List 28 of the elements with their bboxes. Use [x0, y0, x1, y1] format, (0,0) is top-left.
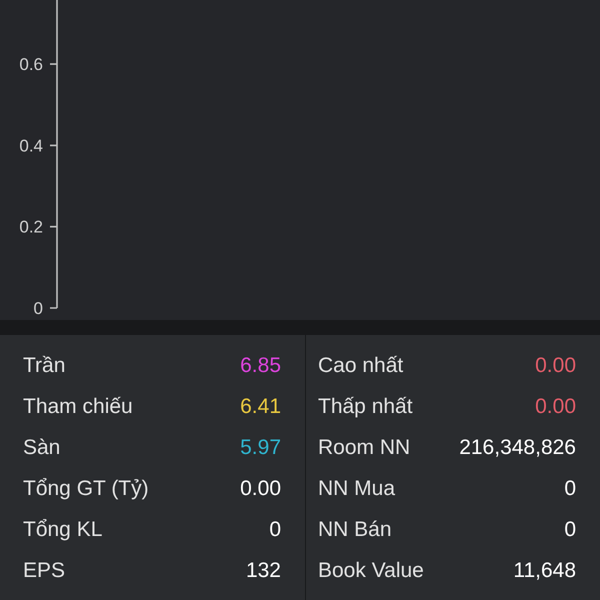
stat-value: 6.41: [240, 394, 281, 420]
stat-value: 11,648: [513, 558, 576, 584]
y-tick-label: 0.2: [19, 218, 43, 237]
y-tick-label: 0.6: [19, 55, 43, 74]
stat-value: 0.00: [535, 352, 576, 379]
y-tick-label: 0: [34, 299, 43, 318]
stat-label: Tham chiếu: [23, 394, 133, 420]
stat-label: NN Mua: [318, 476, 396, 502]
stat-value: 0: [564, 516, 576, 543]
stat-value: 0: [564, 476, 576, 502]
stat-value: 5.97: [240, 434, 281, 461]
stat-value: 132: [246, 558, 281, 584]
stat-value: 0.00: [535, 394, 576, 420]
stat-label: Tổng GT (Tỷ): [23, 476, 149, 502]
stat-value: 0.00: [240, 476, 281, 502]
y-tick-label: 0.4: [19, 136, 43, 156]
stat-value: 216,348,826: [459, 434, 576, 461]
stat-label: Sàn: [23, 434, 60, 461]
stat-value: 6.85: [240, 352, 281, 379]
stat-label: NN Bán: [318, 516, 392, 543]
stat-label: Tổng KL: [23, 516, 102, 543]
stat-label: Cao nhất: [318, 352, 404, 379]
stat-label: EPS: [23, 558, 66, 584]
stat-label: Book Value: [318, 558, 424, 584]
stat-label: Room NN: [318, 434, 410, 461]
stat-label: Trần: [23, 352, 66, 379]
stat-value: 0: [269, 516, 281, 543]
stat-label: Thấp nhất: [318, 394, 413, 420]
